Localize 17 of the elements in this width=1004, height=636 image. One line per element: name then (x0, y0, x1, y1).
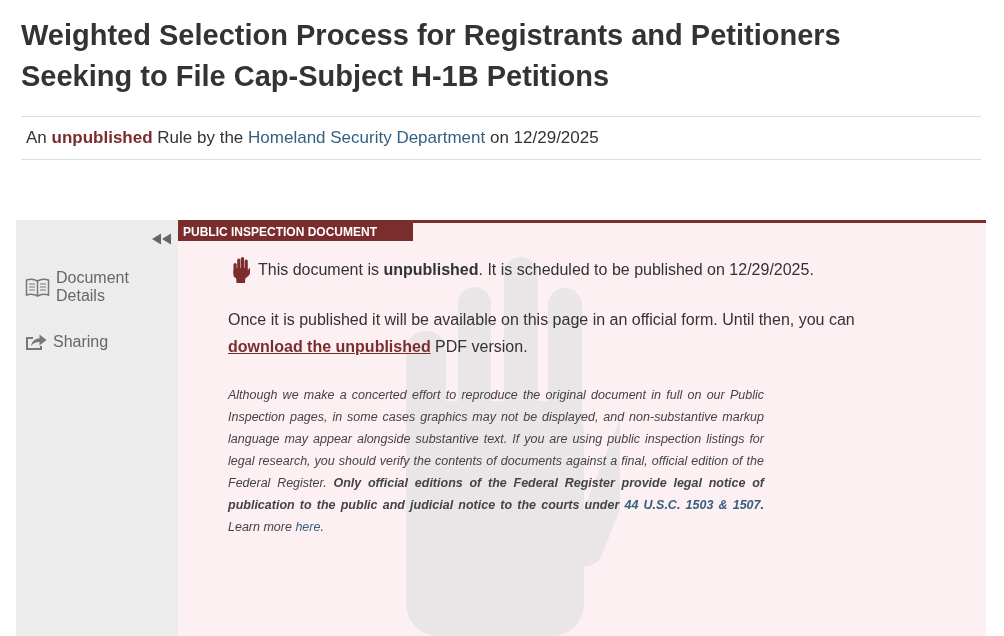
byline-text: An unpublished Rule by the Homeland Security Department on 12/29/2025 (21, 116, 981, 160)
share-arrow-icon (25, 333, 47, 351)
double-left-triangle-icon (152, 233, 172, 245)
sidebar-item[interactable]: Document Details (16, 269, 141, 305)
page-title: Weighted Selection Process for Registrants and Petitioners Seeking to File Cap-Subject H-1B Petitions (21, 18, 842, 94)
sidebar-item[interactable]: Sharing (16, 333, 141, 351)
inline-link[interactable]: here (295, 520, 321, 534)
download-link[interactable]: download the unpublished (228, 338, 431, 355)
availability-text: Once it is published it will be available on this page in an official form. Until then, you can download the unpublished PDF version. (228, 310, 856, 357)
open-book-icon (25, 277, 50, 297)
raised-hand-icon (232, 257, 250, 283)
disclaimer-text: Although we make a concerted effort to reproduce the original document in full on our Public Inspection pages, in some cases graphics may not be displayed, and non-substantive markup language may appear alongside substantive text. If you are using public inspection listings for legal research, you should verify the contents of documents against a final, official edition of the Federal Register. Only official editions of the Federal Register provide legal notice of publication to the public and judicial notice to the courts under 44 U.S.C. 1503 & 1507. Learn more here. (228, 387, 764, 536)
citation-link[interactable]: 44 U.S.C. 1503 & 1507 (624, 498, 761, 512)
agency-link[interactable]: Homeland Security Department (248, 128, 486, 147)
publication-notice: This document is unpublished. It is scheduled to be published on 12/29/2025. (258, 260, 814, 280)
document-type-label: PUBLIC INSPECTION DOCUMENT (178, 223, 413, 241)
collapse-sidebar-button[interactable] (152, 233, 172, 245)
